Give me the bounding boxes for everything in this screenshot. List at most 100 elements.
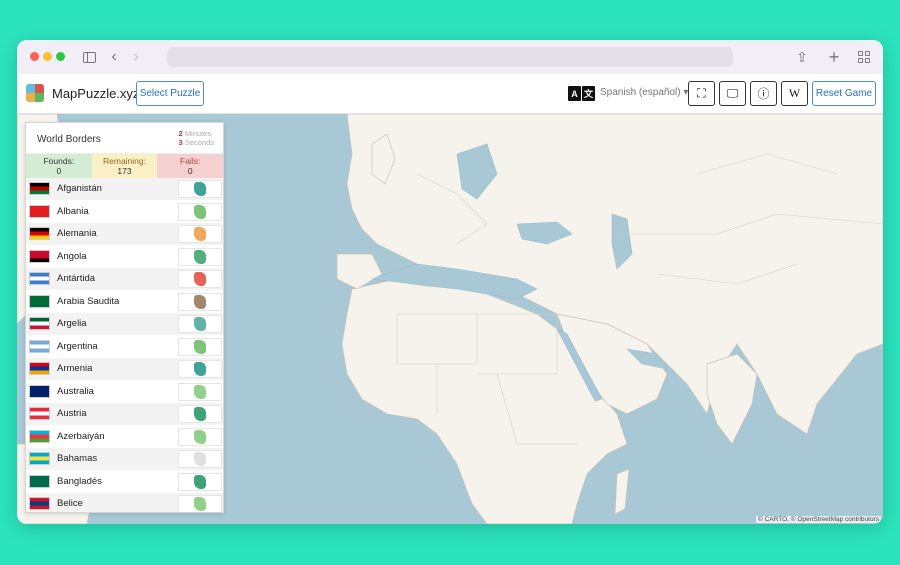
forward-button[interactable]: › [129, 48, 143, 66]
country-shape-icon[interactable] [194, 497, 206, 511]
country-shape-tile[interactable] [178, 180, 222, 198]
wikipedia-button[interactable]: W [781, 81, 808, 106]
country-shape-tile[interactable] [178, 382, 222, 401]
flag-icon [29, 384, 50, 398]
close-window-button[interactable] [30, 52, 39, 61]
country-shape-icon[interactable] [194, 429, 206, 444]
tab-overview-icon[interactable] [855, 48, 873, 66]
puzzle-title: World Borders [37, 134, 101, 145]
country-name: Angola [57, 250, 87, 262]
language-select[interactable]: Spanish (español) ▾ [600, 87, 688, 98]
country-shape-icon[interactable] [194, 474, 206, 489]
country-name: Bangladés [57, 475, 102, 487]
remaining-label: Remaining: [103, 156, 146, 166]
new-tab-button[interactable]: + [825, 47, 843, 67]
country-name: Alemania [57, 228, 97, 240]
found-label: Founds: [43, 156, 75, 166]
score-bar: Founds: 0 Remaining: 173 Fails: 0 [26, 154, 223, 178]
puzzle-panel: World Borders 2 Minutes 3 Seconds Founds… [25, 122, 224, 513]
country-shape-icon[interactable] [194, 384, 206, 399]
country-shape-tile[interactable] [178, 202, 222, 221]
reset-game-button[interactable]: Reset Game [812, 81, 876, 106]
country-row[interactable]: Austria [26, 403, 223, 426]
minimize-window-button[interactable] [43, 52, 52, 61]
country-shape-icon[interactable] [194, 317, 206, 331]
monitor-button[interactable]: 🖵 [719, 81, 746, 106]
country-name: Bahamas [57, 453, 98, 465]
country-row[interactable]: Alemania [26, 223, 223, 246]
found-value: 0 [56, 166, 62, 176]
flag-icon [29, 362, 50, 376]
country-shape-tile[interactable] [178, 427, 222, 446]
country-row[interactable]: Argelia [26, 313, 223, 336]
country-row[interactable]: Armenia [26, 358, 223, 381]
fullscreen-button[interactable]: ⛶ [688, 81, 715, 106]
country-name: Azerbaiyán [57, 430, 105, 442]
world-map[interactable]: © CARTO, © OpenStreetMap contributors Wo… [17, 114, 883, 524]
flag-icon [29, 452, 50, 466]
country-row[interactable]: Azerbaiyán [26, 426, 223, 448]
country-shape-icon[interactable] [194, 204, 206, 219]
country-row[interactable]: Bahamas [26, 448, 223, 471]
found-stat: Founds: 0 [26, 154, 92, 178]
map-attribution[interactable]: © CARTO, © OpenStreetMap contributors [756, 516, 881, 523]
country-shape-icon[interactable] [194, 294, 206, 309]
share-icon[interactable]: ⇪ [793, 48, 811, 66]
select-puzzle-button[interactable]: Select Puzzle [136, 81, 204, 106]
country-row[interactable]: Argentina [26, 336, 223, 358]
country-shape-tile[interactable] [178, 292, 222, 311]
country-name: Argentina [57, 340, 98, 352]
flag-icon [29, 249, 50, 263]
flag-icon [29, 429, 50, 443]
country-shape-icon[interactable] [194, 339, 206, 354]
country-shape-icon[interactable] [194, 182, 206, 196]
address-bar[interactable] [167, 47, 733, 67]
country-shape-tile[interactable] [178, 315, 222, 333]
zoom-window-button[interactable] [56, 52, 65, 61]
country-shape-icon[interactable] [194, 362, 206, 376]
country-row[interactable]: Antártida [26, 268, 223, 291]
flag-icon [29, 339, 50, 353]
country-shape-tile[interactable] [178, 247, 222, 266]
country-name: Albania [57, 205, 89, 217]
country-shape-tile[interactable] [178, 225, 222, 243]
timer-minutes: 2 [178, 129, 183, 138]
country-name: Argelia [57, 318, 87, 330]
country-shape-tile[interactable] [178, 495, 222, 512]
country-shape-icon[interactable] [194, 407, 206, 421]
translate-icon-cjk: 文 [582, 86, 595, 101]
country-row[interactable]: Albania [26, 201, 223, 223]
browser-toolbar: ‹ › ⇪ + [17, 40, 883, 74]
country-shape-tile[interactable] [178, 472, 222, 491]
app-logo [26, 84, 44, 102]
country-row[interactable]: Arabia Saudita [26, 291, 223, 313]
country-shape-tile[interactable] [178, 405, 222, 423]
fails-value: 0 [187, 166, 193, 176]
sidebar-toggle-icon[interactable] [81, 48, 97, 66]
country-row[interactable]: Bangladés [26, 471, 223, 493]
info-button[interactable]: ⓘ [750, 81, 777, 106]
country-shape-tile[interactable] [178, 337, 222, 356]
timer-seconds-label: Seconds [184, 138, 214, 147]
flag-icon [29, 272, 50, 286]
country-shape-icon[interactable] [194, 452, 206, 466]
country-shape-tile[interactable] [178, 270, 222, 288]
country-shape-icon[interactable] [194, 227, 206, 241]
flag-icon [29, 182, 50, 196]
app-title[interactable]: MapPuzzle.xyz [52, 86, 139, 101]
timer: 2 Minutes 3 Seconds [179, 129, 214, 147]
country-row[interactable]: Angola [26, 246, 223, 268]
country-shape-icon[interactable] [194, 272, 206, 286]
browser-window: ‹ › ⇪ + MapPuzzle.xyz Select Puzzle A 文 … [17, 40, 883, 524]
country-row[interactable]: Australia [26, 381, 223, 403]
country-row[interactable]: Belice [26, 493, 223, 512]
flag-icon [29, 204, 50, 218]
country-shape-tile[interactable] [178, 360, 222, 378]
country-shape-icon[interactable] [194, 249, 206, 264]
back-button[interactable]: ‹ [107, 48, 121, 66]
country-name: Austria [57, 408, 87, 420]
panel-header: World Borders 2 Minutes 3 Seconds [26, 123, 223, 154]
translate-icon-latin: A [568, 86, 581, 101]
country-row[interactable]: Afganistán [26, 178, 223, 201]
country-shape-tile[interactable] [178, 450, 222, 468]
